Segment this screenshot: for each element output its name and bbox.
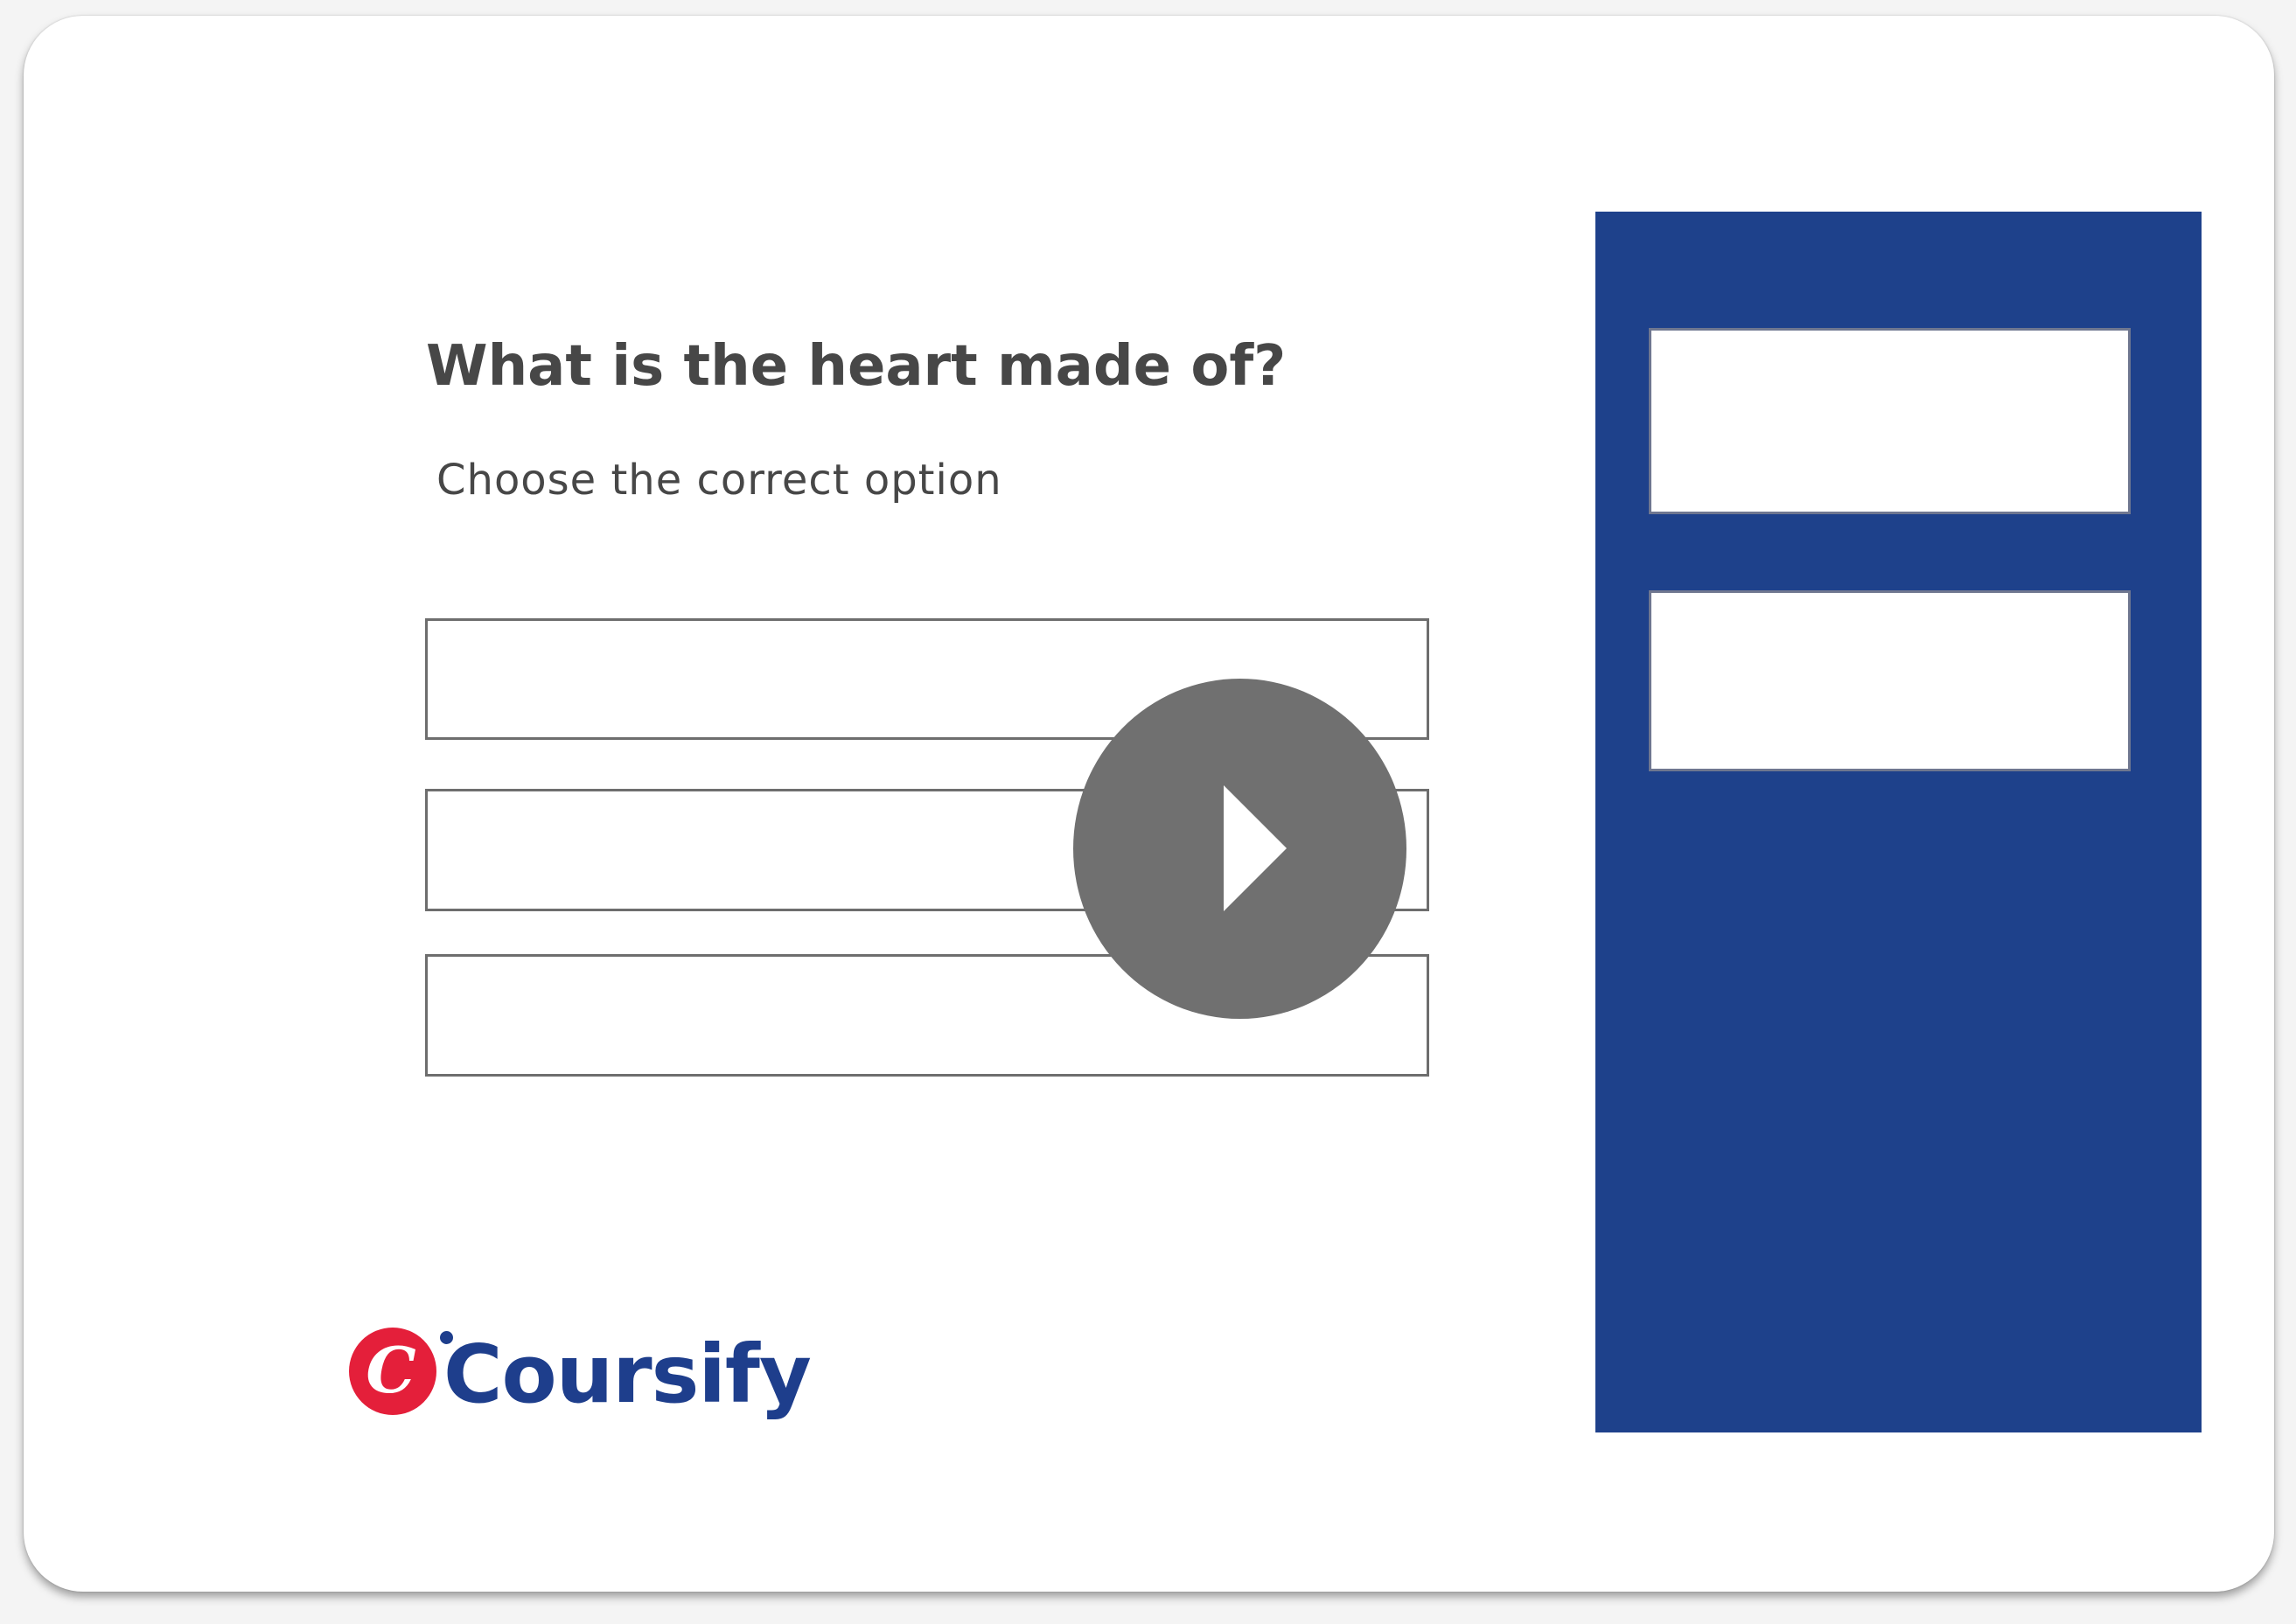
logo-mark-letter: C <box>366 1333 415 1407</box>
question-instruction: Choose the correct option <box>436 456 1002 505</box>
slide-card: What is the heart made of? Choose the co… <box>24 16 2274 1592</box>
question-title: What is the heart made of? <box>426 334 1287 399</box>
coursify-logo: C Coursify <box>347 1322 820 1427</box>
side-panel <box>1595 212 2202 1432</box>
brand-name: Coursify <box>443 1328 812 1421</box>
side-panel-box-2[interactable] <box>1649 590 2131 771</box>
side-panel-box-1[interactable] <box>1649 328 2131 514</box>
play-icon <box>1224 785 1287 911</box>
coursify-logo-icon: C <box>349 1328 436 1415</box>
play-button[interactable] <box>1073 679 1406 1019</box>
